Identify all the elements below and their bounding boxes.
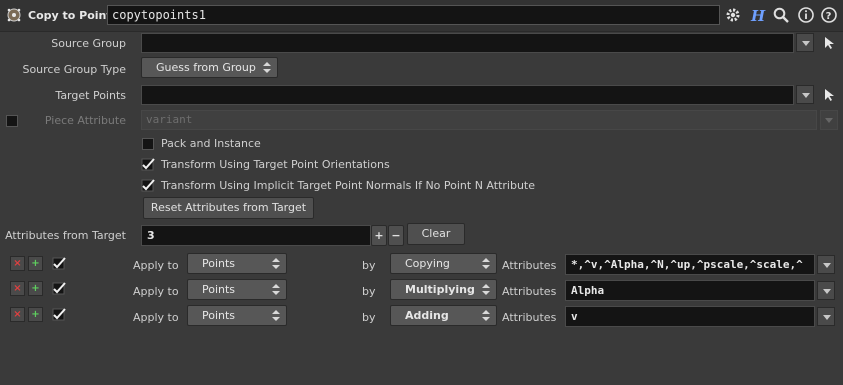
pack-and-instance-checkbox[interactable] bbox=[142, 138, 154, 150]
node-type-label: Copy to Points bbox=[28, 9, 119, 22]
attributes-dropdown-button[interactable] bbox=[817, 281, 835, 300]
copy-to-points-node-icon bbox=[6, 7, 22, 23]
updown-arrows-icon bbox=[482, 258, 490, 270]
insert-row-icon[interactable]: + bbox=[28, 256, 43, 271]
row-enable-checkbox[interactable] bbox=[52, 281, 67, 296]
apply-to-menu[interactable]: Points bbox=[187, 305, 287, 326]
help-h-icon[interactable]: H bbox=[748, 6, 766, 25]
piece-attribute-dropdown-button bbox=[820, 110, 838, 130]
target-points-label: Target Points bbox=[55, 89, 126, 102]
attributes-field[interactable]: Alpha bbox=[565, 280, 815, 301]
apply-to-label: Apply to bbox=[133, 285, 179, 298]
insert-row-icon[interactable]: + bbox=[28, 281, 43, 296]
transform-orient-label: Transform Using Target Point Orientation… bbox=[161, 158, 390, 171]
attributes-field[interactable]: *,^v,^Alpha,^N,^up,^pscale,^scale,^ bbox=[565, 254, 815, 275]
attributes-from-target-label: Attributes from Target bbox=[5, 229, 126, 242]
row-enable-checkbox[interactable] bbox=[52, 307, 67, 322]
updown-arrows-icon bbox=[272, 258, 280, 270]
method-value: Multiplying bbox=[405, 283, 475, 296]
apply-to-value: Points bbox=[202, 309, 236, 322]
attribute-rows: × + Apply to Points by Copying Attribute… bbox=[0, 252, 843, 332]
transform-normals-label: Transform Using Implicit Target Point No… bbox=[161, 179, 536, 192]
apply-to-value: Points bbox=[202, 283, 236, 296]
node-name-field[interactable]: copytopoints1 bbox=[107, 5, 720, 25]
target-points-field[interactable] bbox=[141, 85, 794, 105]
clear-button[interactable]: Clear bbox=[407, 223, 465, 245]
target-points-dropdown-button[interactable] bbox=[796, 85, 814, 104]
select-arrow-icon[interactable] bbox=[824, 88, 836, 102]
gear-icon[interactable] bbox=[724, 6, 742, 24]
piece-attribute-field: variant bbox=[141, 110, 817, 130]
attributes-from-target-count-field[interactable]: 3 bbox=[141, 225, 371, 246]
reset-attributes-button[interactable]: Reset Attributes from Target bbox=[143, 197, 314, 219]
source-group-dropdown-button[interactable] bbox=[796, 33, 814, 52]
source-group-label: Source Group bbox=[51, 37, 126, 50]
updown-arrows-icon bbox=[272, 284, 280, 296]
remove-instance-button[interactable]: − bbox=[388, 225, 404, 246]
updown-arrows-icon bbox=[263, 62, 271, 74]
method-value: Adding bbox=[405, 309, 449, 322]
remove-row-icon[interactable]: × bbox=[10, 307, 25, 322]
row-enable-checkbox[interactable] bbox=[52, 256, 67, 271]
attributes-label: Attributes bbox=[502, 285, 557, 298]
updown-arrows-icon bbox=[482, 284, 490, 296]
by-label: by bbox=[362, 259, 376, 272]
apply-to-label: Apply to bbox=[133, 259, 179, 272]
remove-row-icon[interactable]: × bbox=[10, 256, 25, 271]
select-arrow-icon[interactable] bbox=[824, 36, 836, 50]
method-menu[interactable]: Copying bbox=[390, 253, 497, 274]
by-label: by bbox=[362, 285, 376, 298]
chevron-down-icon bbox=[825, 118, 833, 123]
apply-to-label: Apply to bbox=[133, 311, 179, 324]
attributes-field[interactable]: v bbox=[565, 306, 815, 327]
attributes-label: Attributes bbox=[502, 259, 557, 272]
add-instance-button[interactable]: + bbox=[371, 225, 387, 246]
pack-and-instance-label: Pack and Instance bbox=[161, 137, 261, 150]
svg-text:?: ? bbox=[826, 11, 832, 22]
info-icon[interactable] bbox=[797, 6, 815, 24]
method-menu[interactable]: Multiplying bbox=[390, 279, 497, 300]
source-group-type-value: Guess from Group bbox=[156, 61, 256, 74]
attributes-dropdown-button[interactable] bbox=[817, 255, 835, 274]
apply-to-value: Points bbox=[202, 257, 236, 270]
help-icon[interactable]: ? bbox=[820, 6, 838, 24]
method-menu[interactable]: Adding bbox=[390, 305, 497, 326]
method-value: Copying bbox=[405, 257, 450, 270]
attributes-dropdown-button[interactable] bbox=[817, 307, 835, 326]
transform-orient-checkbox[interactable] bbox=[141, 157, 156, 172]
apply-to-menu[interactable]: Points bbox=[187, 253, 287, 274]
insert-row-icon[interactable]: + bbox=[28, 307, 43, 322]
search-icon[interactable] bbox=[772, 6, 790, 24]
updown-arrows-icon bbox=[482, 310, 490, 322]
source-group-type-menu[interactable]: Guess from Group bbox=[141, 57, 278, 78]
updown-arrows-icon bbox=[272, 310, 280, 322]
remove-row-icon[interactable]: × bbox=[10, 281, 25, 296]
source-group-field[interactable] bbox=[141, 33, 794, 53]
svg-text:H: H bbox=[750, 7, 766, 24]
by-label: by bbox=[362, 311, 376, 324]
attributes-label: Attributes bbox=[502, 311, 557, 324]
transform-normals-checkbox[interactable] bbox=[141, 178, 156, 193]
apply-to-menu[interactable]: Points bbox=[187, 279, 287, 300]
piece-attribute-label: Piece Attribute bbox=[44, 114, 126, 127]
source-group-type-label: Source Group Type bbox=[22, 63, 126, 76]
